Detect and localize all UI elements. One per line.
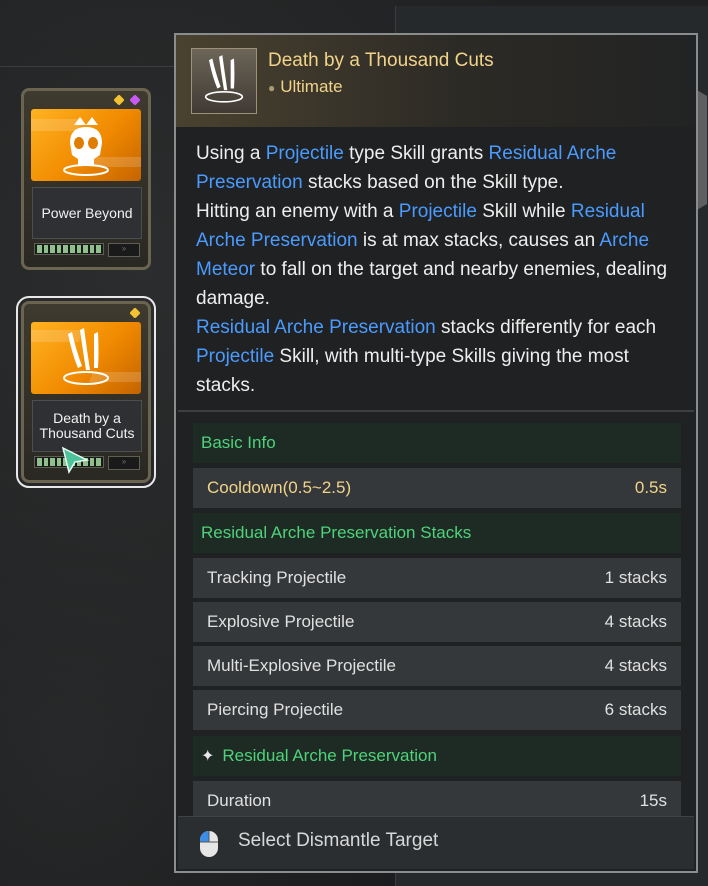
skill-tooltip: Death by a Thousand Cuts ● Ultimate Using… [174, 33, 698, 873]
card-arrows-icon: » [108, 456, 140, 470]
skill-description: Using a Projectile type Skill grants Res… [196, 139, 686, 400]
cursor-arrow-icon [61, 446, 90, 474]
basic-info-header: Basic Info [193, 423, 681, 463]
card-gems [113, 94, 141, 106]
star-icon: ✦ [201, 748, 215, 765]
keyword-link[interactable]: Residual Arche Preservation [196, 317, 436, 338]
keyword-link[interactable]: Projectile [399, 201, 477, 222]
tooltip-header: Death by a Thousand Cuts ● Ultimate [176, 35, 696, 127]
skill-icon-frame [191, 48, 257, 114]
gem-icon [129, 94, 141, 106]
footer-hint: Select Dismantle Target [238, 830, 439, 851]
mouse-icon [200, 831, 218, 857]
card-label: Power Beyond [32, 187, 142, 239]
cooldown-row: Cooldown(0.5~2.5) 0.5s [193, 468, 681, 508]
gem-icon [113, 94, 125, 106]
skill-title: Death by a Thousand Cuts [268, 50, 494, 71]
card-arrows-icon: » [108, 243, 140, 257]
stacks-header: Residual Arche Preservation Stacks [193, 513, 681, 553]
card-art [31, 109, 141, 181]
keyword-link[interactable]: Projectile [266, 143, 344, 164]
preservation-header: ✦ Residual Arche Preservation [193, 736, 681, 776]
tooltip-footer[interactable]: Select Dismantle Target [178, 816, 694, 869]
skill-card-power-beyond[interactable]: Power Beyond » [21, 88, 151, 270]
card-level-bar [34, 243, 104, 255]
card-art [31, 322, 141, 394]
stack-row: Explosive Projectile 4 stacks [193, 602, 681, 642]
stack-row: Piercing Projectile 6 stacks [193, 690, 681, 730]
stack-row: Tracking Projectile 1 stacks [193, 558, 681, 598]
duration-row: Duration 15s [193, 781, 681, 821]
keyword-link[interactable]: Projectile [196, 346, 274, 367]
description-paragraph: Using a Projectile type Skill grants Res… [196, 143, 617, 193]
skill-type: ● Ultimate [268, 77, 343, 96]
description-paragraph: Residual Arche Preservation stacks diffe… [196, 317, 657, 396]
skull-crown-icon [63, 117, 109, 176]
claw-slash-icon [204, 55, 244, 103]
background-divider [0, 66, 180, 67]
skill-type-label: Ultimate [280, 77, 343, 96]
claw-slash-icon [63, 328, 109, 385]
tooltip-divider [178, 410, 694, 412]
gem-icon [129, 307, 141, 319]
description-paragraph: Hitting an enemy with a Projectile Skill… [196, 201, 668, 309]
stack-row: Multi-Explosive Projectile 4 stacks [193, 646, 681, 686]
card-gems [129, 307, 141, 319]
card-label: Death by a Thousand Cuts [32, 400, 142, 452]
